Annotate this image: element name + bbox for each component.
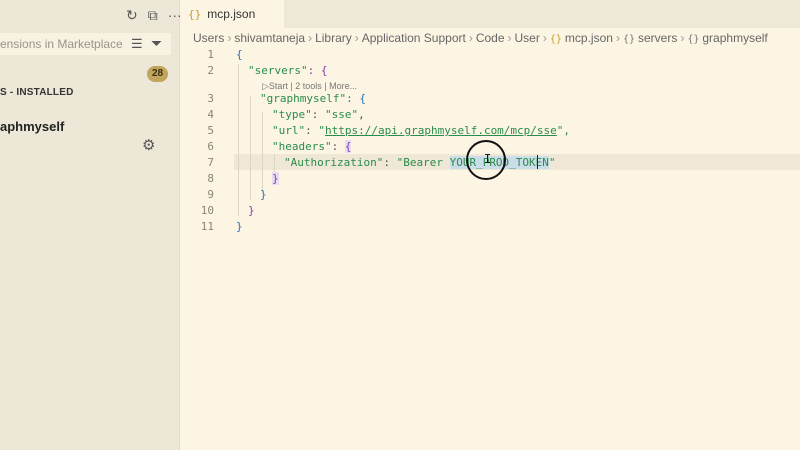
code-line: } xyxy=(236,220,243,233)
code-line: "graphmyself": { xyxy=(260,92,366,105)
line-number: 5 xyxy=(207,124,214,137)
code-line: "url": "https://api.graphmyself.com/mcp/… xyxy=(272,124,571,137)
code-line: } xyxy=(272,172,279,185)
indent-guide xyxy=(250,96,251,200)
refresh-icon[interactable]: ↻ xyxy=(126,7,138,24)
line-number: 10 xyxy=(200,204,214,217)
json-file-icon: {} xyxy=(549,34,562,45)
tab-mcp-json[interactable]: {} mcp.json xyxy=(180,0,284,28)
line-number: 3 xyxy=(207,92,214,105)
line-number: 6 xyxy=(207,140,214,153)
breadcrumb-item[interactable]: shivamtaneja xyxy=(234,31,305,45)
code-line: "headers": { xyxy=(272,140,352,153)
code-line: "Authorization": "Bearer YOUR_PROD_TOKEN… xyxy=(284,156,556,169)
breadcrumb-item[interactable]: User xyxy=(515,31,540,45)
breadcrumb-item[interactable]: Library xyxy=(315,31,352,45)
line-number: 7 xyxy=(207,156,214,169)
installed-count-badge: 28 xyxy=(147,66,168,82)
extensions-search-input[interactable]: ensions in Marketplace ☰ ⏷ xyxy=(0,33,171,55)
text-cursor-icon: I xyxy=(484,152,492,166)
indent-guide xyxy=(238,64,239,216)
line-number: 8 xyxy=(207,172,214,185)
breadcrumb-servers[interactable]: servers xyxy=(638,31,677,45)
filter-icon[interactable]: ⏷ xyxy=(151,35,162,52)
line-number: 1 xyxy=(207,48,214,61)
extensions-sidebar: ↻ ⧉ ··· ensions in Marketplace ☰ ⏷ 28 S … xyxy=(0,0,182,450)
code-line: } xyxy=(248,204,255,217)
object-icon: {} xyxy=(687,34,700,45)
breadcrumb-file[interactable]: mcp.json xyxy=(565,31,613,45)
line-number: 4 xyxy=(207,108,214,121)
indent-guide xyxy=(262,112,263,192)
line-number: 11 xyxy=(200,220,214,233)
search-placeholder: ensions in Marketplace xyxy=(0,37,122,51)
code-line: { xyxy=(236,48,243,61)
line-number: 9 xyxy=(207,188,214,201)
extension-item-graphmyself[interactable]: aphmyself xyxy=(0,119,64,134)
clear-filter-icon[interactable]: ☰ xyxy=(131,36,143,52)
tab-label: mcp.json xyxy=(207,7,256,21)
clear-icon[interactable]: ⧉ xyxy=(148,7,158,24)
text-caret xyxy=(537,155,538,169)
breadcrumb-item[interactable]: Application Support xyxy=(362,31,466,45)
object-icon: {} xyxy=(622,34,635,45)
breadcrumb-graphmyself[interactable]: graphmyself xyxy=(702,31,767,45)
breadcrumb-item[interactable]: Users xyxy=(193,31,224,45)
sidebar-actions: ↻ ⧉ ··· xyxy=(126,6,182,24)
line-number: 2 xyxy=(207,64,214,77)
code-line: "type": "sse", xyxy=(272,108,365,121)
codelens-actions[interactable]: ▷Start | 2 tools | More... xyxy=(262,81,357,92)
code-line: "servers": { xyxy=(248,64,328,77)
breadcrumb-item[interactable]: Code xyxy=(476,31,505,45)
url-link[interactable]: https://api.graphmyself.com/mcp/sse xyxy=(325,124,557,137)
gear-icon[interactable]: ⚙ xyxy=(142,136,155,154)
tab-bar: {} mcp.json xyxy=(180,0,800,28)
installed-section-header[interactable]: S - INSTALLED xyxy=(0,87,74,98)
code-line: } xyxy=(260,188,267,201)
breadcrumb: Users › shivamtaneja › Library › Application S… xyxy=(193,31,768,45)
json-file-icon: {} xyxy=(188,7,202,21)
